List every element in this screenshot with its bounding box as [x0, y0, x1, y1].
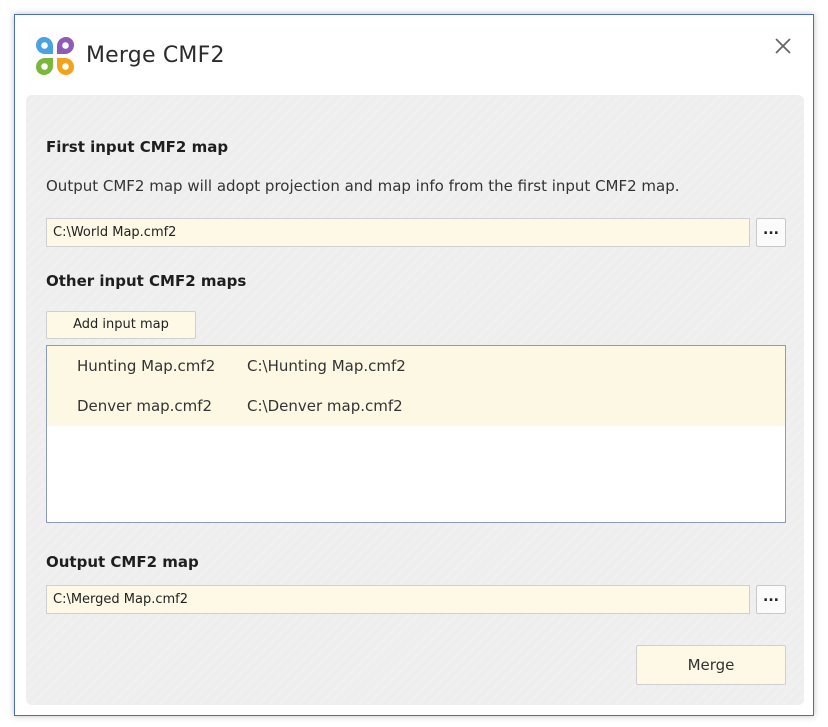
title-bar: Merge CMF2: [15, 15, 813, 95]
map-path: C:\Hunting Map.cmf2: [247, 357, 406, 375]
first-input-label: First input CMF2 map: [46, 138, 229, 156]
map-name: Denver map.cmf2: [77, 397, 213, 415]
first-input-description: Output CMF2 map will adopt projection an…: [46, 177, 680, 195]
output-label: Output CMF2 map: [46, 553, 199, 571]
close-icon[interactable]: [770, 33, 796, 59]
list-item[interactable]: Hunting Map.cmf2 C:\Hunting Map.cmf2: [47, 346, 785, 386]
first-input-browse-button[interactable]: ...: [756, 218, 786, 247]
add-input-map-button[interactable]: Add input map: [46, 311, 196, 339]
window-title: Merge CMF2: [86, 43, 225, 68]
output-browse-button[interactable]: ...: [756, 585, 786, 614]
map-name: Hunting Map.cmf2: [77, 357, 216, 375]
content-panel: First input CMF2 map Output CMF2 map wil…: [26, 95, 804, 705]
merge-button[interactable]: Merge: [636, 645, 786, 685]
app-logo-icon: [36, 37, 74, 75]
merge-dialog: Merge CMF2 First input CMF2 map Output C…: [14, 14, 814, 716]
first-input-path-field[interactable]: [46, 218, 750, 247]
input-map-list[interactable]: Hunting Map.cmf2 C:\Hunting Map.cmf2 Den…: [46, 345, 786, 523]
map-path: C:\Denver map.cmf2: [247, 397, 403, 415]
output-path-field[interactable]: [46, 585, 750, 614]
list-item[interactable]: Denver map.cmf2 C:\Denver map.cmf2: [47, 386, 785, 426]
other-inputs-label: Other input CMF2 maps: [46, 272, 247, 290]
